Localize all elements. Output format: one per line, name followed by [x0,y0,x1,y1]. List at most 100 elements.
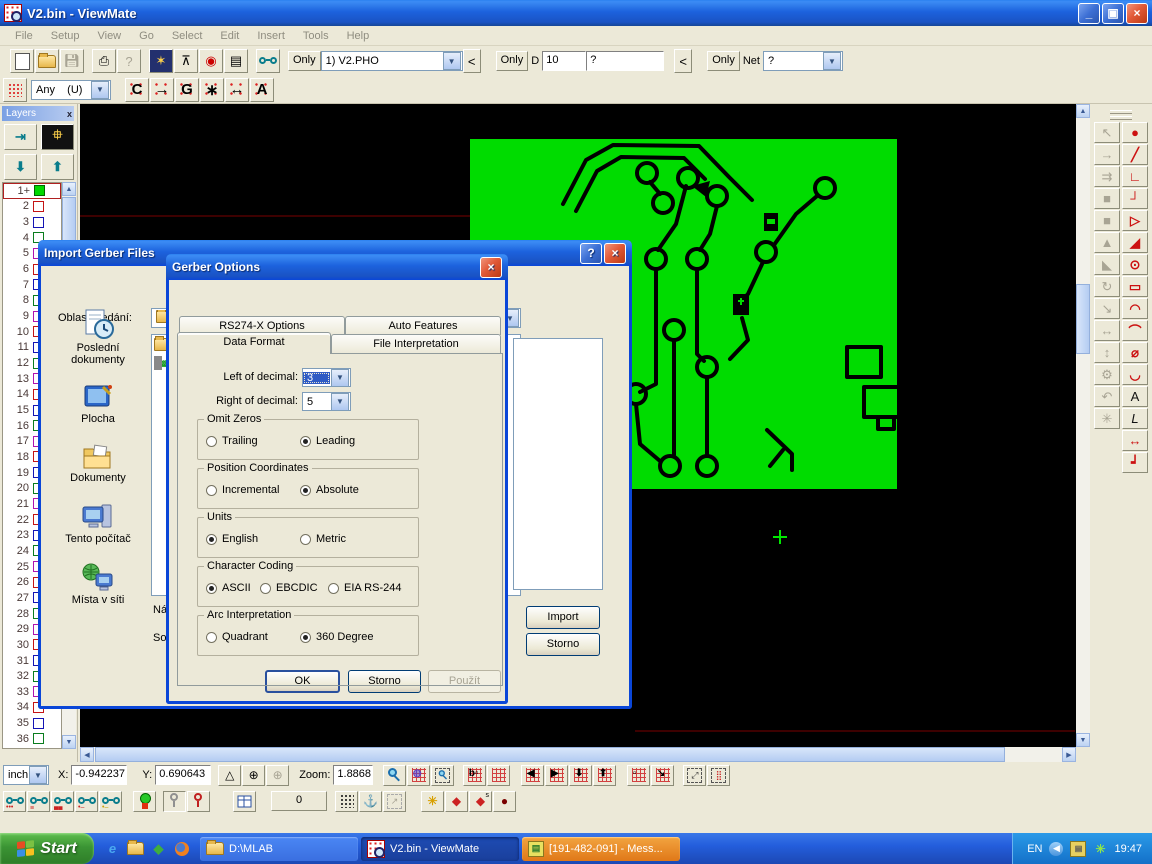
y-coordinate-field[interactable]: 0.690643 [155,765,211,785]
circle-tool[interactable]: ⊙ [1122,254,1148,275]
sector-tool[interactable]: ▷ [1122,210,1148,231]
task-viewmate[interactable]: V2.bin - ViewMate [361,837,519,861]
film-colors-icon[interactable]: ▤ [224,49,248,73]
net-select[interactable]: ?▼ [763,51,843,71]
pan-down-icon[interactable]: ⬇ [569,765,592,786]
view-films-icon[interactable] [256,49,280,73]
center-view-icon[interactable]: ▫ [627,765,650,786]
lamp-off-icon[interactable] [163,791,186,812]
dcode-type-button-2[interactable]: G [175,78,199,102]
tray-notes-icon[interactable]: ▤ [1070,841,1086,857]
tray-chevron-icon[interactable]: ◀ [1049,842,1063,856]
fill-rect-tool[interactable]: ■ [1094,188,1120,209]
view-single-film-icon[interactable]: •– [75,791,98,812]
only-layer-toggle[interactable]: Only [288,51,321,71]
shear-tool[interactable]: ◣ [1094,254,1120,275]
place-recent-documents[interactable]: Poslední dokumenty [58,308,138,366]
line-tool[interactable]: ╱ [1122,144,1148,165]
layers-panel-header[interactable]: Layers x [2,106,74,121]
menu-select[interactable]: Select [163,28,212,44]
layer-select[interactable]: 1) V2.PHO▼ [321,51,463,71]
hscroll-thumb[interactable] [95,747,1005,762]
layers-scroll-thumb[interactable] [62,197,76,245]
corner-tool[interactable]: ┘ [1122,188,1148,209]
zoom-tool-icon[interactable] [383,765,406,786]
menu-go[interactable]: Go [130,28,163,44]
layer-color-swatch[interactable] [33,718,44,729]
dcode-type-button-1[interactable]: → [150,78,174,102]
start-button[interactable]: Start [0,833,94,864]
stretch-tool[interactable]: ↔ [1094,320,1120,341]
pan-left-icon[interactable]: ◀ [521,765,544,786]
pan-right-icon[interactable]: ▶ [545,765,568,786]
gerber-dialog-titlebar[interactable]: Gerber Options × [166,254,508,280]
stroke-mode-icon[interactable]: ◆s [469,791,492,812]
draw-mode-icon[interactable]: ◆ [445,791,468,812]
dcode-type-button-0[interactable]: C [125,78,149,102]
snap-grid-icon[interactable] [335,791,358,812]
previous-view-icon[interactable]: ↘ [651,765,674,786]
layer-row-36[interactable]: 36 [3,731,61,747]
anchor-icon[interactable]: ⚓ [359,791,382,812]
triangle-tool[interactable]: ◢ [1122,232,1148,253]
scroll-left-icon[interactable]: ◀ [80,747,94,762]
layer-row-2[interactable]: 2 [3,199,61,215]
rotate-tool[interactable]: ↻ [1094,276,1120,297]
gerber-file-icon[interactable] [160,356,162,370]
view-active-film-icon[interactable]: ≡ [27,791,50,812]
only-net-toggle[interactable]: Only [707,51,740,71]
layer-color-swatch[interactable] [33,201,44,212]
prev-layer-button[interactable]: < [463,49,481,73]
layer-color-swatch[interactable] [33,217,44,228]
zoom-fit-icon[interactable]: ◍ [407,765,430,786]
route-tool[interactable]: ┙ [1122,452,1148,473]
place-network[interactable]: Místa v síti [72,562,125,606]
green-app-icon[interactable]: ◆ [150,840,167,857]
tile-windows-icon[interactable] [233,791,256,812]
measure-icon[interactable]: ⊼ [174,49,198,73]
vertex-snap-icon[interactable]: ↗ [383,791,406,812]
menu-edit[interactable]: Edit [211,28,248,44]
tab-auto-features[interactable]: Auto Features [345,316,501,335]
context-help-button[interactable]: ? [117,49,141,73]
layer-color-swatch[interactable] [34,185,45,196]
place-desktop[interactable]: Plocha [81,383,115,425]
scroll-up-icon[interactable]: ▲ [1076,104,1090,118]
copy-tool[interactable]: ⇉ [1094,166,1120,187]
layers-colors-button[interactable]: ⯐ [41,124,74,150]
layers-scroll-up-icon[interactable]: ▲ [62,182,76,196]
dcode-type-button-5[interactable]: A [250,78,274,102]
pad-tool[interactable]: ● [1122,122,1148,143]
undo-tool[interactable]: ↶ [1094,386,1120,407]
canvas-hscrollbar[interactable]: ◀ ▶ [80,747,1076,762]
restore-button[interactable]: ▣ [1102,3,1124,24]
label-tool[interactable]: L [1122,408,1148,429]
menu-tools[interactable]: Tools [294,28,338,44]
save-button[interactable]: 💾︎ [60,49,84,73]
dcode-type-button-3[interactable]: ∗ [200,78,224,102]
flash-mode-icon[interactable]: ✳ [421,791,444,812]
place-my-computer[interactable]: Tento počítač [65,501,130,545]
menu-view[interactable]: View [88,28,130,44]
move-tool[interactable]: → [1094,144,1120,165]
dialog-help-button[interactable]: ? [580,243,602,264]
select-tool[interactable]: ↖ [1094,122,1120,143]
menu-insert[interactable]: Insert [248,28,294,44]
dcode-type-button-4[interactable]: ↔ [225,78,249,102]
clock[interactable]: 19:47 [1114,843,1142,855]
unit-select[interactable]: inch▼ [3,765,49,785]
menu-setup[interactable]: Setup [42,28,89,44]
dcode-value-field[interactable]: 10 [542,51,586,71]
dot-mode-icon[interactable]: ● [493,791,516,812]
x-coordinate-field[interactable]: -0.942237 [71,765,127,785]
gerber-close-button[interactable]: × [480,257,502,278]
layer-color-swatch[interactable] [33,733,44,744]
layer-up-button[interactable]: ⬆ [41,154,74,180]
measure-distance-icon[interactable]: ⤢ [683,765,706,786]
nudge-tool[interactable]: ↕ [1094,342,1120,363]
layer-row-3[interactable]: 3 [3,214,61,230]
origin-target-icon[interactable]: ⊕ [242,765,265,786]
canvas-vscrollbar[interactable]: ▲ ▼ [1076,104,1090,747]
lamp-on-icon[interactable] [187,791,210,812]
tab-data-format[interactable]: Data Format [177,332,331,354]
